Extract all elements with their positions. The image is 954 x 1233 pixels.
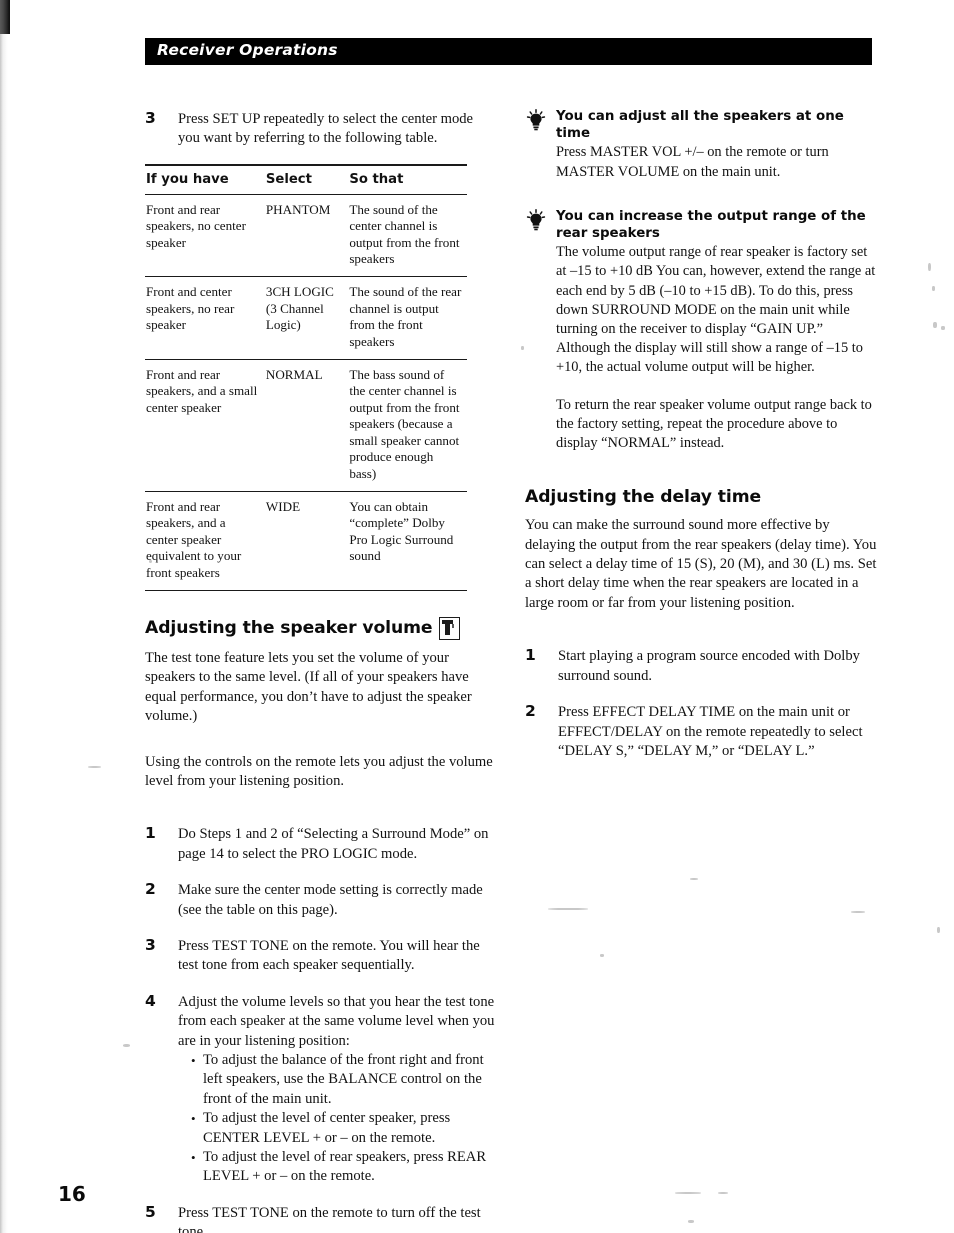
step-number: 2 (145, 880, 156, 899)
table-row: Front and rear speakers, and a small cen… (145, 359, 467, 492)
tip-increase-rear-output-range: You can increase the output range of the… (525, 208, 877, 453)
step-number: 1 (145, 824, 156, 843)
column-header-if-you-have: If you have (145, 164, 265, 195)
manual-page: Receiver Operations 3 Press SET UP repea… (0, 0, 954, 1233)
cell-select: NORMAL (264, 359, 349, 492)
table-row: Front and center speakers, no rear speak… (145, 276, 467, 361)
cell-so-that: The bass sound of the center channel is … (348, 359, 467, 492)
scan-speck (88, 766, 101, 768)
step-text: Press TEST TONE on the remote to turn of… (178, 1204, 481, 1233)
step-number: 1 (525, 646, 536, 665)
step-text: Adjust the volume levels so that you hea… (178, 993, 495, 1049)
list-item: To adjust the level of center speaker, p… (191, 1109, 495, 1148)
delay-time-heading-label: Adjusting the delay time (525, 487, 762, 508)
scan-speck (932, 286, 935, 291)
remote-control-icon (439, 616, 461, 640)
step-text: Start playing a program source encoded w… (558, 648, 860, 684)
volume-step-5: 5 Press TEST TONE on the remote to turn … (145, 1202, 495, 1233)
step-text: Press SET UP repeatedly to select the ce… (178, 111, 474, 147)
lightbulb-tip-icon (525, 208, 547, 231)
page-header-title: Receiver Operations (157, 41, 338, 59)
delay-time-paragraph-1: You can make the surround sound more eff… (525, 517, 877, 611)
speaker-volume-paragraph-1: The test tone feature lets you set the v… (145, 649, 472, 725)
step-number: 2 (525, 702, 536, 721)
step-text: Do Steps 1 and 2 of “Selecting a Surroun… (178, 826, 489, 862)
scan-speck (688, 1220, 694, 1223)
table-row: Front and rear speakers, and a center sp… (145, 491, 467, 591)
delay-time-heading: Adjusting the delay time (525, 487, 877, 507)
cell-if-you-have: Front and rear speakers, and a center sp… (145, 491, 265, 591)
column-header-select: Select (264, 164, 349, 195)
delay-step-1: 1 Start playing a program source encoded… (525, 646, 877, 686)
tip-body: Press MASTER VOL +/– on the remote or tu… (556, 144, 829, 180)
volume-step-4-bullets: To adjust the balance of the front right… (178, 1051, 495, 1187)
volume-step-1: 1 Do Steps 1 and 2 of “Selecting a Surro… (145, 824, 495, 864)
tip-adjust-all-speakers: You can adjust all the speakers at one t… (525, 108, 877, 182)
cell-so-that: The sound of the center channel is outpu… (348, 194, 467, 278)
step-text: Make sure the center mode setting is cor… (178, 882, 483, 918)
lightbulb-tip-icon (525, 109, 547, 131)
tip-body: The volume output range of rear speaker … (556, 244, 876, 376)
delay-step-2: 2 Press EFFECT DELAY TIME on the main un… (525, 702, 877, 761)
scan-speck (937, 927, 940, 933)
cell-if-you-have: Front and rear speakers, no center speak… (145, 194, 265, 278)
step-3-setup: 3 Press SET UP repeatedly to select the … (145, 109, 495, 149)
list-item: To adjust the level of rear speakers, pr… (191, 1148, 495, 1187)
right-column: You can adjust all the speakers at one t… (525, 108, 877, 761)
step-number: 4 (145, 991, 156, 1010)
scan-speck (933, 322, 937, 328)
step-number: 5 (145, 1202, 156, 1221)
step-number: 3 (145, 936, 156, 954)
scan-speck (123, 1044, 130, 1047)
scan-speck (675, 1192, 701, 1194)
cell-if-you-have: Front and center speakers, no rear speak… (145, 276, 265, 361)
cell-so-that: The sound of the rear channel is output … (348, 276, 467, 361)
step-text: Press TEST TONE on the remote. You will … (178, 938, 480, 974)
scan-speck (928, 263, 931, 271)
step-number: 3 (145, 109, 156, 127)
step-text: Press EFFECT DELAY TIME on the main unit… (558, 704, 863, 759)
scan-speck (718, 1192, 728, 1194)
scan-speck (521, 346, 524, 350)
volume-step-2: 2 Make sure the center mode setting is c… (145, 880, 495, 920)
scan-speck (548, 908, 588, 910)
page-header-bar: Receiver Operations (145, 38, 872, 65)
cell-so-that: You can obtain “complete” Dolby Pro Logi… (348, 491, 467, 591)
cell-select: WIDE (264, 491, 349, 591)
scan-speck (941, 326, 945, 330)
speaker-volume-heading-label: Adjusting the speaker volume (145, 618, 433, 639)
scan-speck (690, 878, 698, 880)
column-header-so-that: So that (348, 164, 467, 195)
speaker-volume-heading: Adjusting the speaker volume (145, 616, 495, 640)
list-item: To adjust the balance of the front right… (191, 1051, 495, 1109)
left-column: 3 Press SET UP repeatedly to select the … (145, 109, 495, 1233)
cell-select: PHANTOM (264, 194, 349, 278)
tip-title: You can increase the output range of the… (556, 208, 866, 242)
volume-step-3: 3 Press TEST TONE on the remote. You wil… (145, 936, 495, 976)
cell-select: 3CH LOGIC (3 Channel Logic) (264, 276, 349, 361)
table-header-row: If you have Select So that (145, 164, 467, 195)
scan-speck (600, 954, 604, 957)
center-mode-table: If you have Select So that Front and rea… (145, 164, 467, 591)
cell-if-you-have: Front and rear speakers, and a small cen… (145, 359, 265, 492)
page-number: 16 (58, 1182, 86, 1206)
tip-body-secondary: To return the rear speaker volume output… (556, 396, 872, 452)
scan-speck (851, 911, 865, 913)
scan-artifact-left-edge (0, 0, 9, 1233)
volume-step-4: 4 Adjust the volume levels so that you h… (145, 991, 495, 1187)
tip-title: You can adjust all the speakers at one t… (556, 109, 844, 142)
table-row: Front and rear speakers, no center speak… (145, 194, 467, 278)
speaker-volume-paragraph-2: Using the controls on the remote lets yo… (145, 753, 493, 789)
